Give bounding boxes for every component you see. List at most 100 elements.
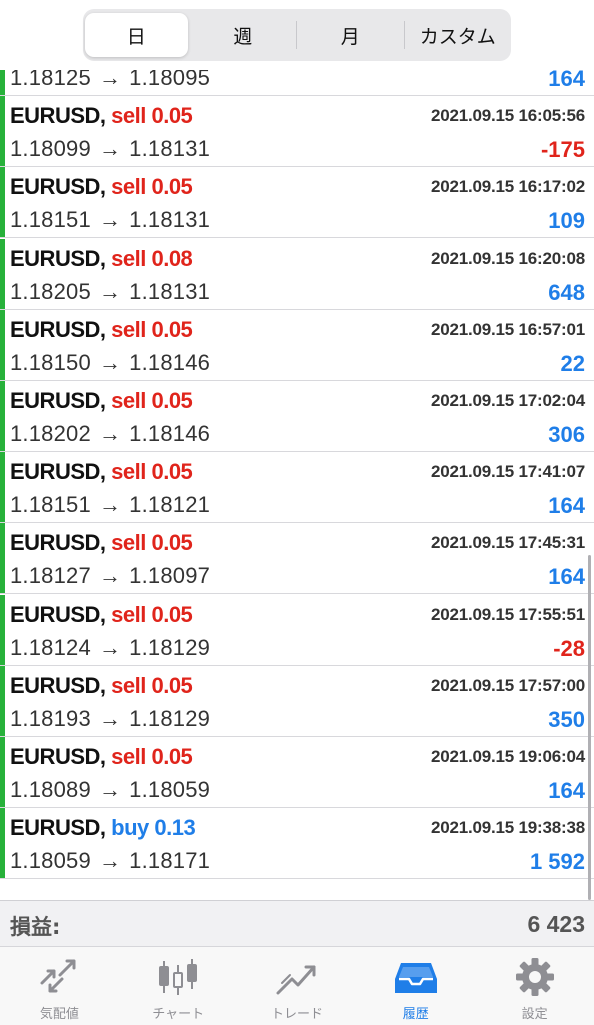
trade-row[interactable]: EURUSD, sell 0.05 2021.09.15 17:57:00 1.18… xyxy=(0,665,594,737)
trade-row[interactable]: EURUSD, sell 0.05 2021.09.15 17:02:04 1.18… xyxy=(0,381,594,452)
period-header: 日 週 月 カスタム xyxy=(0,0,594,70)
trade-prices: 1.18125 → 1.18095 xyxy=(10,70,210,91)
trade-side: sell xyxy=(111,174,146,200)
trade-volume: 0.08 xyxy=(151,245,193,271)
trade-volume: 0.05 xyxy=(151,672,193,698)
segment-divider xyxy=(403,21,405,49)
arrow-icon: → xyxy=(98,136,122,162)
arrow-icon: → xyxy=(98,278,122,304)
trade-title: EURUSD, buy 0.13 xyxy=(10,815,196,841)
trade-row[interactable]: EURUSD, sell 0.05 2021.09.15 19:06:04 1.18… xyxy=(0,737,594,808)
open-price: 1.18059 xyxy=(10,848,91,874)
trade-title: EURUSD, sell 0.05 xyxy=(10,601,193,627)
trade-side: sell xyxy=(111,245,146,271)
close-price: 1.18146 xyxy=(129,421,211,446)
close-price: 1.18131 xyxy=(129,278,211,304)
trade-symbol: EURUSD xyxy=(10,245,100,271)
trade-profit: 164 xyxy=(548,70,585,91)
segment-divider xyxy=(296,21,297,49)
trade-history-list[interactable]: EURUSD, sell 0.052021.09.15 15:55:551.18… xyxy=(0,70,594,900)
tab-history[interactable]: 履歴 xyxy=(356,947,475,1025)
trade-volume: 0.05 xyxy=(151,601,193,627)
row-indicator-bar xyxy=(0,808,5,879)
open-price: 1.18127 xyxy=(10,563,91,589)
open-price: 1.18124 xyxy=(10,634,91,660)
trade-row[interactable]: EURUSD, buy 0.13 2021.09.15 19:38:38 1.180… xyxy=(0,808,594,880)
trade-row[interactable]: EURUSD, sell 0.05 2021.09.15 17:45:31 1.18… xyxy=(0,523,594,595)
period-tab-day[interactable]: 日 xyxy=(85,13,188,57)
arrow-icon: → xyxy=(98,492,122,518)
trade-symbol: EURUSD xyxy=(10,316,100,342)
trade-row[interactable]: EURUSD, sell 0.05 2021.09.15 16:17:02 1.18… xyxy=(0,167,594,239)
summary-label: 損益: xyxy=(10,915,61,939)
trade-time: 2021.09.15 16:57:01 xyxy=(430,319,585,339)
trade-prices: 1.18127 → 1.18097 xyxy=(10,563,210,589)
chart-icon xyxy=(155,957,201,997)
arrow-icon: → xyxy=(98,848,122,874)
trade-prices: 1.18089 → 1.18059 xyxy=(10,777,210,803)
trade-title: EURUSD, sell 0.05 xyxy=(10,103,193,129)
trade-row[interactable]: EURUSD, sell 0.05 2021.09.15 17:55:51 1.18… xyxy=(0,594,594,666)
bottom-tab-bar: 気配値 チャート トレード 履歴 設定 xyxy=(0,946,594,1025)
trade-profit: 306 xyxy=(548,422,585,447)
close-price: 1.18131 xyxy=(129,136,211,162)
trade-row[interactable]: EURUSD, sell 0.05 2021.09.15 16:57:01 1.18… xyxy=(0,309,594,381)
tab-label: 気配値 xyxy=(39,1007,79,1022)
trade-volume: 0.05 xyxy=(151,530,193,556)
trade-side: sell xyxy=(111,459,146,485)
trade-side: sell xyxy=(111,103,146,129)
period-tab-week[interactable]: 週 xyxy=(192,13,295,57)
summary-value: 6 423 xyxy=(527,911,585,937)
close-price: 1.18146 xyxy=(129,349,211,375)
scrollbar[interactable] xyxy=(588,555,591,900)
trade-profit: 1 592 xyxy=(529,849,585,875)
trade-title: EURUSD, sell 0.05 xyxy=(10,744,193,769)
trade-side: sell xyxy=(111,601,146,627)
trade-time: 2021.09.15 17:02:04 xyxy=(430,391,585,410)
arrow-icon: → xyxy=(98,207,122,233)
close-price: 1.18097 xyxy=(129,563,211,589)
trade-symbol: EURUSD xyxy=(10,530,100,556)
row-indicator-bar xyxy=(0,238,5,309)
trade-prices: 1.18124 → 1.18129 xyxy=(10,635,210,661)
trade-volume: 0.05 xyxy=(151,388,193,413)
trade-row[interactable]: EURUSD, sell 0.05 2021.09.15 16:05:56 1.18… xyxy=(0,96,594,168)
trade-icon xyxy=(274,957,320,997)
open-price: 1.18099 xyxy=(10,136,91,162)
arrow-icon: → xyxy=(98,563,122,589)
period-tab-month[interactable]: 月 xyxy=(299,13,402,57)
tab-quotes[interactable]: 気配値 xyxy=(0,947,119,1025)
trade-row[interactable]: EURUSD, sell 0.05 2021.09.15 17:41:07 1.18… xyxy=(0,452,594,524)
trade-prices: 1.18151 → 1.18131 xyxy=(10,207,210,233)
trade-profit: 164 xyxy=(548,778,585,803)
trade-symbol: EURUSD xyxy=(10,601,100,627)
trade-title: EURUSD, sell 0.05 xyxy=(10,672,193,698)
trade-time: 2021.09.15 17:55:51 xyxy=(430,604,585,624)
trade-symbol: EURUSD xyxy=(10,459,100,485)
trade-prices: 1.18059 → 1.18171 xyxy=(10,848,210,874)
tab-trade[interactable]: トレード xyxy=(238,947,357,1025)
row-indicator-bar xyxy=(0,70,5,95)
trade-profit: 22 xyxy=(560,350,585,376)
trade-row[interactable]: EURUSD, sell 0.052021.09.15 15:55:551.18… xyxy=(0,70,594,96)
open-price: 1.18202 xyxy=(10,421,91,446)
tab-chart[interactable]: チャート xyxy=(119,947,238,1025)
trade-time: 2021.09.15 16:17:02 xyxy=(430,177,585,197)
open-price: 1.18150 xyxy=(10,349,91,375)
trade-volume: 0.05 xyxy=(151,744,193,769)
trade-row[interactable]: EURUSD, sell 0.08 2021.09.15 16:20:08 1.18… xyxy=(0,238,594,310)
trade-profit: 648 xyxy=(548,279,585,305)
trade-side: buy xyxy=(111,815,149,841)
trade-side: sell xyxy=(111,530,146,556)
trade-prices: 1.18150 → 1.18146 xyxy=(10,350,210,376)
tab-settings[interactable]: 設定 xyxy=(475,947,594,1025)
close-price: 1.18129 xyxy=(129,634,211,660)
trade-symbol: EURUSD xyxy=(10,672,100,698)
row-indicator-bar xyxy=(0,381,5,451)
trade-profit: 109 xyxy=(548,208,585,234)
period-tab-custom[interactable]: カスタム xyxy=(407,13,510,57)
open-price: 1.18125 xyxy=(10,70,91,90)
period-segmented-control: 日 週 月 カスタム xyxy=(83,9,511,61)
trade-side: sell xyxy=(111,672,146,698)
trade-volume: 0.05 xyxy=(151,316,193,342)
